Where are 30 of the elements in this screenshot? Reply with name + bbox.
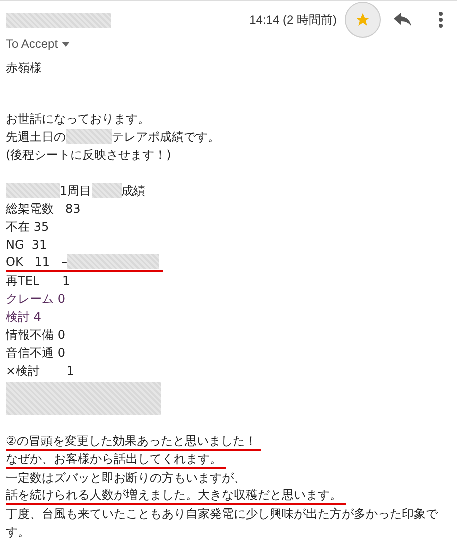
greeting-text: 赤嶺様 [6, 60, 43, 77]
text-line: ×検討 1 [6, 363, 74, 380]
redaction-block [66, 129, 112, 144]
text-line: (後程シートに反映させます！) [6, 147, 172, 164]
redaction-block [6, 183, 60, 198]
text-line: クレーム 0 [6, 291, 66, 308]
star-button[interactable] [345, 2, 381, 38]
text-line: 丁度、台風も来ていたこともあり自家発電に少し興味が出た方が多かった印象です。 [6, 506, 440, 541]
text-line: ②の冒頭を変更した効果あったと思いました！ [6, 433, 261, 451]
text-line: 情報不備 0 [6, 327, 66, 344]
text-line: 一定数はズバッと即お断りの方もいますが、 [6, 470, 246, 487]
text-line: 先週土日の [6, 130, 66, 144]
star-icon [355, 12, 371, 28]
text-line: 音信不通 0 [6, 345, 66, 362]
text-line: NG 31 [6, 237, 48, 254]
text-line: なぜか、お客様から話出してくれます。 [6, 451, 226, 469]
text-line: お世話になっております。 [6, 111, 150, 128]
text-line: 検討 4 [6, 309, 42, 326]
text-line: 再TEL 1 [6, 273, 70, 290]
caret-icon [62, 42, 70, 46]
text-line: テレアポ成績です。 [112, 130, 220, 144]
text-line: 不在 35 [6, 219, 50, 236]
text-line: 成績 [122, 184, 146, 198]
recipient-dropdown[interactable]: To Accept [6, 37, 70, 51]
redaction-block [92, 183, 122, 198]
text-line: 話を続けられる人数が増えました。大きな収穫だと思います。 [6, 487, 346, 505]
text-line: OK 11 – [6, 255, 68, 269]
timestamp: 14:14 (2 時間前) [250, 12, 337, 28]
text-line: 総架電数 83 [6, 201, 81, 218]
text-line: 1周目 [60, 184, 92, 198]
